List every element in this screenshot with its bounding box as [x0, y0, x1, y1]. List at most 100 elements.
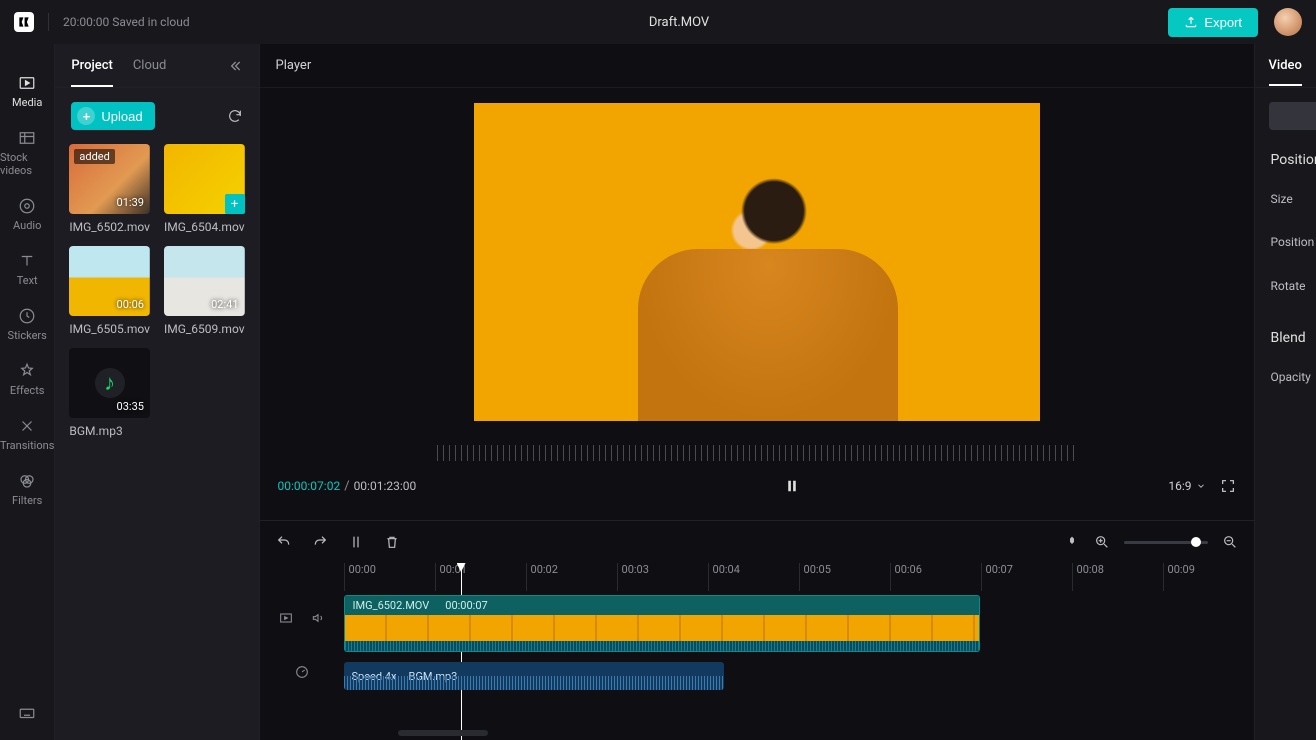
zoom-slider[interactable] — [1124, 541, 1208, 544]
time-total: 00:01:23:00 — [354, 479, 417, 493]
effects-icon — [18, 362, 36, 380]
nav-text[interactable]: Text — [0, 242, 54, 297]
project-title: Draft.MOV — [190, 15, 1169, 30]
nav-label: Text — [17, 274, 38, 287]
nav-filters[interactable]: Filters — [0, 462, 54, 517]
aspect-value: 16:9 — [1168, 479, 1191, 493]
nav-label: Stock videos — [0, 151, 54, 177]
nav-label: Filters — [12, 494, 42, 507]
mute-track-icon[interactable] — [310, 610, 326, 626]
tab-cloud[interactable]: Cloud — [133, 58, 167, 73]
timeline-ruler[interactable]: 00:00 00:01 00:02 00:03 00:04 00:05 00:0… — [344, 563, 1254, 591]
timeline-video-clip[interactable]: IMG_6502.MOV 00:00:07 — [344, 595, 980, 652]
nav-label: Transitions — [0, 439, 54, 452]
ruler-tick: 00:01 — [435, 563, 526, 591]
media-clip[interactable]: added 01:39 IMG_6502.mov — [69, 144, 150, 234]
upload-icon — [1184, 15, 1198, 29]
avatar[interactable] — [1274, 8, 1302, 36]
time-separator: / — [344, 479, 349, 494]
size-label: Size — [1271, 192, 1316, 206]
collapse-panel-icon[interactable] — [227, 58, 243, 74]
save-status: 20:00:00 Saved in cloud — [63, 15, 190, 29]
clip-duration: 01:39 — [117, 196, 144, 209]
nav-transitions[interactable]: Transitions — [0, 407, 54, 462]
stock-videos-icon — [18, 129, 36, 147]
ruler-tick: 00:05 — [799, 563, 890, 591]
split-icon[interactable] — [348, 534, 364, 550]
media-clip[interactable]: 03:35 BGM.mp3 — [69, 348, 150, 438]
subtab-basic[interactable]: Basic — [1269, 102, 1316, 130]
keyboard-icon[interactable] — [18, 704, 36, 722]
clip-duration: 02:41 — [211, 298, 238, 311]
nav-media[interactable]: Media — [0, 64, 54, 119]
media-clip[interactable]: 00:06 IMG_6505.mov — [69, 246, 150, 336]
clip-name: BGM.mp3 — [69, 424, 150, 438]
clip-name: IMG_6502.MOV — [353, 599, 430, 612]
fullscreen-icon[interactable] — [1220, 478, 1236, 494]
nav-label: Audio — [13, 219, 41, 232]
rotate-label: Rotate — [1271, 279, 1316, 293]
upload-label: Upload — [101, 109, 142, 124]
clip-duration: 00:06 — [117, 298, 144, 311]
ruler-tick: 00:07 — [981, 563, 1072, 591]
section-title: Position and size — [1271, 152, 1316, 168]
nav-label: Media — [12, 96, 42, 109]
upload-button[interactable]: + Upload — [71, 102, 154, 130]
ruler-tick: 00:03 — [617, 563, 708, 591]
nav-stickers[interactable]: Stickers — [0, 297, 54, 352]
add-clip-icon[interactable]: + — [225, 194, 245, 214]
delete-icon[interactable] — [384, 534, 400, 550]
ruler-tick: 00:02 — [526, 563, 617, 591]
timeline-audio-clip[interactable]: Speed 4x BGM.mp3 — [344, 662, 724, 690]
refresh-icon[interactable] — [227, 108, 243, 124]
transitions-icon — [18, 417, 36, 435]
clip-time: 00:00:07 — [445, 599, 487, 612]
zoom-in-icon[interactable] — [1094, 534, 1110, 550]
app-logo[interactable] — [14, 12, 34, 32]
added-badge: added — [74, 149, 114, 164]
undo-icon[interactable] — [276, 534, 292, 550]
video-track-icon[interactable] — [278, 610, 294, 626]
media-clip[interactable]: + IMG_6504.mov — [164, 144, 245, 234]
clip-waveform — [345, 641, 979, 651]
player-label: Player — [260, 44, 1254, 88]
speed-track-icon[interactable] — [294, 664, 310, 680]
tab-video[interactable]: Video — [1269, 58, 1302, 73]
nav-audio[interactable]: Audio — [0, 187, 54, 242]
clip-name: IMG_6502.mov — [69, 220, 150, 234]
section-title: Blend — [1271, 330, 1306, 346]
timeline-scrollbar[interactable] — [398, 730, 488, 736]
audio-speed: Speed 4x — [352, 670, 397, 683]
clip-thumbnails — [345, 615, 979, 641]
opacity-label: Opacity — [1271, 370, 1316, 384]
ruler-tick: 00:06 — [890, 563, 981, 591]
text-icon — [18, 252, 36, 270]
ruler-tick: 00:00 — [344, 563, 435, 591]
redo-icon[interactable] — [312, 534, 328, 550]
clip-name: IMG_6505.mov — [69, 322, 150, 336]
video-preview[interactable] — [474, 103, 1040, 421]
plus-icon: + — [77, 107, 95, 125]
nav-stock-videos[interactable]: Stock videos — [0, 119, 54, 187]
divider — [48, 13, 49, 31]
filters-icon — [18, 472, 36, 490]
nav-label: Effects — [10, 384, 45, 397]
time-current: 00:00:07:02 — [278, 479, 341, 493]
marker-icon[interactable] — [1064, 534, 1080, 550]
pause-icon[interactable] — [783, 477, 801, 495]
tab-project[interactable]: Project — [71, 58, 112, 73]
zoom-out-icon[interactable] — [1222, 534, 1238, 550]
export-button[interactable]: Export — [1168, 8, 1258, 37]
audio-icon — [18, 197, 36, 215]
clip-name: IMG_6509.mov — [164, 322, 245, 336]
aspect-ratio-select[interactable]: 16:9 — [1168, 479, 1205, 493]
media-clip[interactable]: 02:41 IMG_6509.mov — [164, 246, 245, 336]
nav-effects[interactable]: Effects — [0, 352, 54, 407]
clip-name: IMG_6504.mov — [164, 220, 245, 234]
media-icon — [18, 74, 36, 92]
preview-ruler[interactable] — [437, 445, 1077, 461]
chevron-down-icon — [1196, 481, 1206, 491]
position-label: Position — [1271, 235, 1316, 249]
stickers-icon — [18, 307, 36, 325]
ruler-tick: 00:09 — [1163, 563, 1254, 591]
